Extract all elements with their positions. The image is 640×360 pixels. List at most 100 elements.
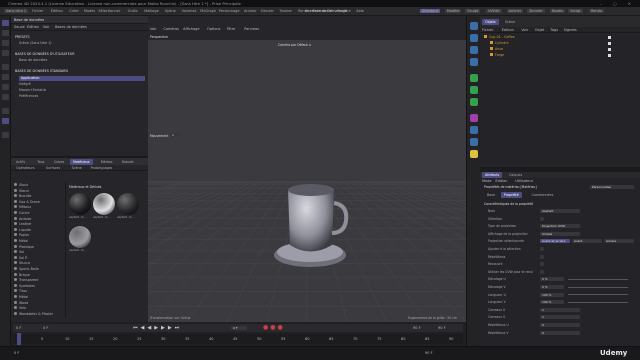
points-mode-icon[interactable] [2, 74, 9, 80]
section-user-db[interactable]: BASES DE DONNÉES D'UTILISATEUR [15, 52, 74, 57]
projection-side-option[interactable]: Avant [572, 239, 602, 244]
tree-item[interactable]: Maxon+ExtraLib [19, 88, 46, 93]
attr-subtab[interactable]: Propriété [500, 192, 522, 198]
tab-scene[interactable]: Scène [502, 19, 518, 25]
object-row[interactable]: Forge [490, 53, 504, 58]
attr-slider[interactable] [568, 278, 628, 280]
asset-header-tab[interactable]: Sauve [14, 25, 25, 29]
tree-category[interactable]: Gaz & Drone [14, 199, 40, 205]
viewport-menu-item[interactable]: Caméras [163, 27, 179, 31]
attr-checkbox[interactable] [540, 269, 544, 274]
texture-mode-icon[interactable] [2, 118, 9, 124]
attr-subtab[interactable]: Base [484, 192, 498, 198]
mode-tab[interactable]: Sculpt [465, 9, 481, 13]
end-frame-2[interactable]: 90 F [438, 326, 446, 330]
material-thumbnail[interactable] [117, 193, 139, 215]
section-presets[interactable]: PRESETS [15, 35, 30, 40]
tree-item[interactable]: Base de données [19, 58, 47, 63]
pen-icon[interactable] [470, 34, 478, 42]
extrude-icon[interactable] [470, 58, 478, 66]
tree-category[interactable]: Sol [14, 250, 24, 255]
tag-icon[interactable] [608, 54, 611, 57]
cloner-icon[interactable] [470, 74, 478, 82]
viewport-menu-item[interactable]: Options [207, 27, 221, 31]
select-tool-icon[interactable] [2, 20, 9, 26]
subdivision-icon[interactable] [470, 46, 478, 54]
move-tool-icon[interactable] [2, 30, 9, 36]
tree-category[interactable]: Tissu [14, 289, 27, 294]
subtab[interactable]: Scène [69, 165, 85, 171]
tag-icon[interactable] [608, 42, 611, 45]
record-icons[interactable]: ●●● [263, 324, 285, 331]
om-menu-item[interactable]: Fichier [482, 28, 493, 32]
menu-item[interactable]: Fichier [32, 9, 43, 13]
movement-value[interactable]: 1 [170, 133, 180, 137]
viewport-menu-item[interactable]: Panneau [244, 27, 259, 31]
tree-item[interactable]: Préférences [19, 94, 38, 99]
om-menu-item[interactable]: Tags [550, 28, 558, 32]
om-menu-item[interactable]: Objet [535, 28, 544, 32]
3d-viewport[interactable]: Caméra par Défaut ⊙ Mouvement 1 Transfor… [148, 40, 466, 322]
timeline-ruler[interactable]: 051015202530354045505560657075808590 [13, 334, 463, 344]
subtab[interactable]: Opérateurs [13, 165, 38, 171]
tree-category[interactable]: Métal [14, 239, 28, 244]
tag-icon[interactable] [608, 48, 611, 51]
menu-item[interactable]: Volumes [182, 9, 197, 13]
mode-tab[interactable]: Animer [506, 9, 524, 13]
tree-category[interactable]: Sol P. [14, 255, 28, 261]
menu-item[interactable]: Extensions [313, 9, 332, 13]
tree-category[interactable]: Symboles [14, 283, 35, 289]
attr-slider[interactable] [568, 294, 628, 296]
attr-field-value[interactable]: 0 [540, 330, 580, 335]
tree-item[interactable]: Scène (Sans titre 1) [19, 41, 52, 46]
tree-category[interactable]: Stand [14, 188, 29, 194]
tree-category[interactable]: Wondables & Plaster [14, 311, 53, 317]
om-menu-item[interactable]: Signets [564, 28, 577, 32]
projection-side-option[interactable]: Avant et arrière [540, 239, 570, 244]
attr-field-value[interactable]: 0 % [540, 277, 564, 282]
attr-field-value[interactable]: Simple [540, 231, 580, 236]
material-thumbnail[interactable] [69, 193, 91, 215]
current-frame[interactable]: 0 F [43, 326, 48, 330]
section-standard-db[interactable]: BASES DE DONNÉES STANDARD [15, 69, 68, 74]
object-row[interactable]: Cup 01 - Coffee [484, 35, 515, 40]
menu-item[interactable]: MoGraph [200, 9, 216, 13]
tree-item[interactable]: Intégré [19, 82, 31, 87]
menu-item[interactable]: Personnage [219, 9, 240, 13]
om-menu-item[interactable]: Voir [521, 28, 528, 32]
mode-tab[interactable]: Modèle [444, 9, 462, 13]
tree-category[interactable]: Métal [14, 295, 28, 300]
field-icon[interactable] [470, 86, 478, 94]
tree-category[interactable]: Stucco [14, 261, 30, 266]
tree-category[interactable]: Papier [14, 233, 29, 238]
mode-tab[interactable]: Nodes [549, 9, 565, 13]
menu-item[interactable]: Aide [356, 9, 364, 13]
attr-field-value[interactable]: 0 % [540, 285, 564, 289]
camera-icon[interactable] [470, 138, 478, 146]
projection-side-option[interactable]: Arrière [604, 239, 634, 244]
attr-menu-item[interactable]: Mode [482, 179, 492, 183]
workplane-icon[interactable] [2, 132, 9, 138]
tree-item-selected[interactable]: Application [19, 76, 145, 81]
attr-menu-item[interactable]: Édition [495, 179, 507, 183]
viewport-menu-item[interactable]: Filtre [227, 27, 236, 31]
scene-icon[interactable] [470, 126, 478, 134]
attr-field-value[interactable]: Asphalt [540, 209, 580, 213]
effector-icon[interactable] [470, 98, 478, 106]
attr-field-value[interactable]: 100 % [540, 292, 564, 297]
snap-icon[interactable] [2, 108, 9, 114]
attr-checkbox[interactable] [540, 216, 544, 221]
tab-objects[interactable]: Objets [482, 19, 499, 25]
attr-checkbox[interactable] [540, 254, 544, 259]
viewport-menu-item[interactable]: Voir [150, 27, 157, 31]
playhead[interactable] [17, 333, 21, 345]
mode-tab[interactable]: Simuler [527, 9, 545, 13]
menu-item[interactable]: Spline [165, 9, 176, 13]
tree-category[interactable]: Transparent [14, 278, 39, 283]
tree-category[interactable]: Métaux [14, 205, 31, 210]
deformer-icon[interactable] [470, 114, 478, 122]
tree-category[interactable]: Brouille [14, 194, 31, 199]
menu-item[interactable]: Rendu [298, 9, 309, 13]
object-row[interactable]: Cylindre [490, 41, 509, 46]
attr-checkbox[interactable] [540, 262, 544, 267]
